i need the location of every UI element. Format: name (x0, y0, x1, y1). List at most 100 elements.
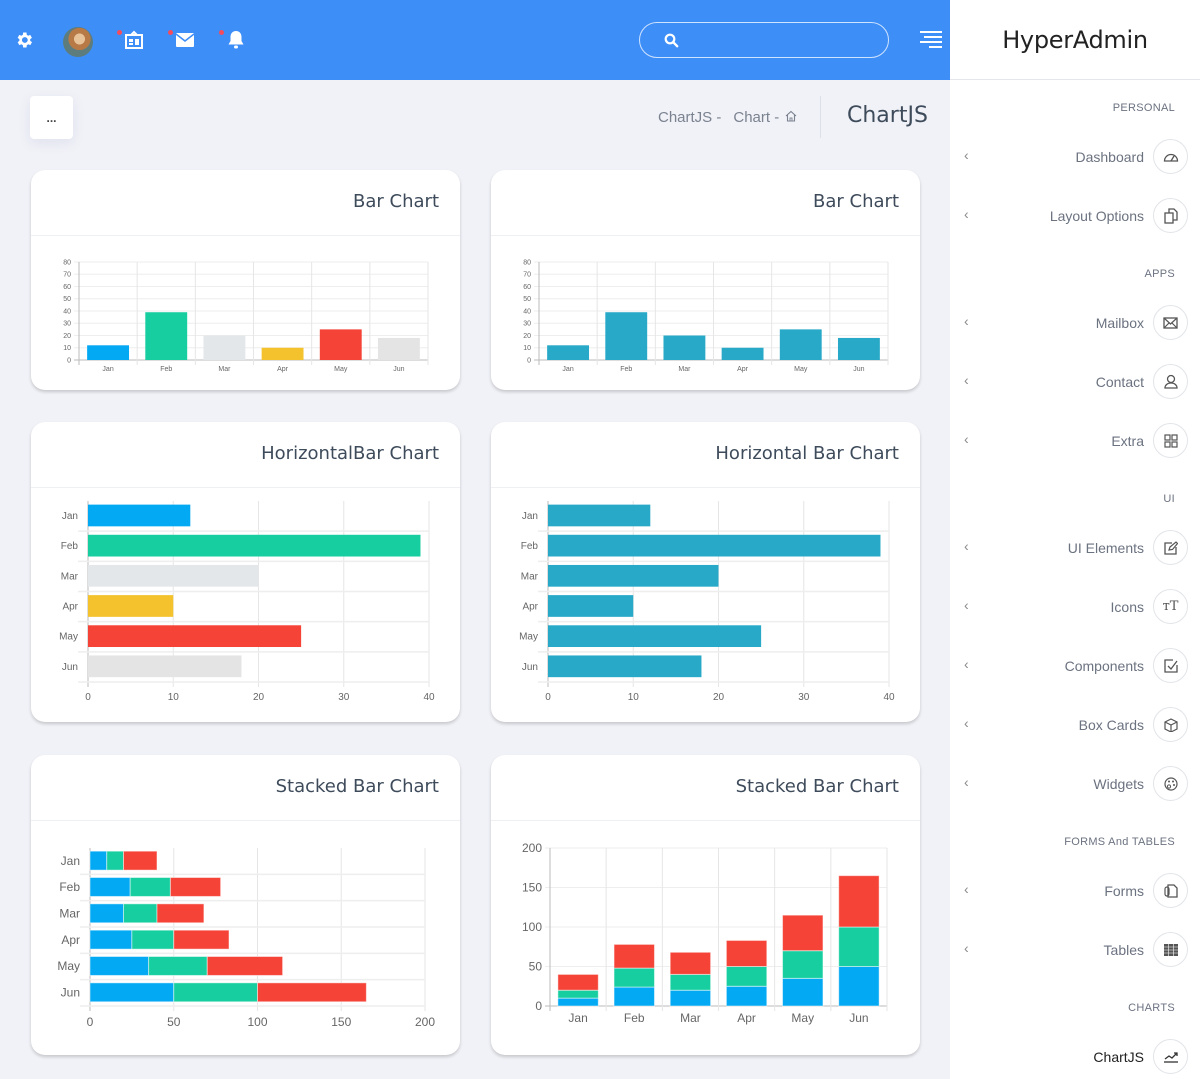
bar-segment (123, 850, 158, 871)
brand-header: HyperAdmin (950, 0, 1200, 80)
bar (88, 504, 191, 527)
horizontal-bar-chart: 0 10 20 30 40 Jan Feb Mar Apr May Jun (519, 501, 895, 703)
y-tick-label: Jun (62, 662, 78, 673)
sidebar-item-label: Layout Options (1049, 208, 1144, 224)
y-tick-label: 20 (63, 333, 71, 340)
bar (779, 329, 822, 360)
bar (663, 335, 706, 360)
bar-segment (131, 929, 175, 950)
breadcrumb-item[interactable]: ChartJS - (658, 109, 721, 126)
bar (377, 337, 420, 360)
bar-segment (173, 929, 230, 950)
page-title: ChartJS (847, 103, 928, 128)
y-tick-label: 80 (63, 259, 71, 266)
sidebar-item-mailbox[interactable]: ‹ Mailbox (950, 303, 1200, 343)
bar (548, 595, 634, 617)
sidebar-item-tables[interactable]: ‹ Tables (950, 930, 1200, 970)
mail-icon (1153, 305, 1188, 340)
bell-icon[interactable] (224, 28, 248, 52)
sidebar-item-widgets[interactable]: ‹ Widgets (950, 764, 1200, 804)
bar (548, 564, 719, 587)
more-options-button[interactable]: ... (30, 96, 73, 139)
y-tick-label: Apr (522, 601, 538, 612)
grid-icon (1153, 423, 1188, 458)
gear-icon[interactable] (12, 28, 36, 52)
bar-segment (725, 985, 768, 1007)
building-icon[interactable] (122, 28, 146, 52)
sidebar-heading: APPS (1144, 268, 1175, 280)
mail-icon[interactable] (173, 28, 197, 52)
y-tick-label: 70 (63, 272, 71, 279)
y-tick-label: 0 (67, 357, 71, 364)
bar-segment (838, 966, 880, 1007)
bar (605, 312, 648, 360)
x-tick-label: May (791, 1011, 814, 1025)
card-title: Stacked Bar Chart (275, 776, 439, 797)
text-size-icon: тT (1153, 589, 1188, 624)
y-tick-label: 10 (63, 345, 71, 352)
sidebar-item-dashboard[interactable]: ‹ Dashboard (950, 137, 1200, 177)
x-tick-label: 20 (713, 692, 725, 703)
sidebar-item-ui-elements[interactable]: ‹ UI Elements (950, 528, 1200, 568)
x-tick-label: Jan (568, 1011, 587, 1025)
y-tick-label: Mar (59, 907, 80, 921)
sidebar-item-label: Widgets (1093, 776, 1144, 792)
x-tick-label: Apr (737, 1011, 756, 1025)
sidebar-item-box-cards[interactable]: ‹ Box Cards (950, 705, 1200, 745)
x-tick-label: 0 (87, 1015, 94, 1029)
bar (319, 329, 362, 360)
sidebar-item-forms[interactable]: ‹ Forms (950, 871, 1200, 911)
home-icon[interactable] (785, 109, 797, 126)
sidebar-heading: FORMS And TABLES (1064, 836, 1175, 848)
card-header: HorizontalBar Chart (31, 422, 460, 488)
x-tick-label: 20 (253, 692, 265, 703)
bar-segment (782, 977, 824, 1007)
bar-segment (782, 950, 824, 979)
card-header: Stacked Bar Chart (31, 755, 460, 821)
horizontal-bar-chart: 0 10 20 30 40 Jan Feb Mar Apr May Jun (59, 501, 435, 703)
x-tick-label: Mar (678, 366, 691, 373)
sidebar-heading: PERSONAL (1112, 102, 1175, 114)
bar-segment (89, 903, 124, 924)
bar-chart: 0 10 20 30 40 50 60 70 80 Jan Feb Mar Apr May Jun (523, 259, 889, 373)
x-tick-label: Mar (218, 366, 231, 373)
y-tick-label: 0 (527, 357, 531, 364)
bar (548, 655, 702, 678)
user-icon (1153, 364, 1188, 399)
bar-segment (669, 989, 712, 1007)
sidebar-item-contact[interactable]: ‹ Contact (950, 362, 1200, 402)
x-tick-label: Mar (680, 1011, 701, 1025)
chevron-left-icon: ‹ (964, 656, 969, 672)
sidebar-item-extra[interactable]: ‹ Extra (950, 421, 1200, 461)
card-title: Stacked Bar Chart (735, 776, 899, 797)
bar (88, 625, 302, 648)
card-header: Bar Chart (31, 170, 460, 236)
brand-title[interactable]: HyperAdmin (1002, 26, 1148, 54)
bar (88, 595, 174, 617)
y-tick-label: 10 (523, 345, 531, 352)
bar-segment (669, 951, 712, 975)
chevron-left-icon: ‹ (964, 597, 969, 613)
bar (88, 534, 421, 557)
x-tick-label: Feb (160, 366, 172, 373)
x-tick-label: 150 (331, 1015, 351, 1029)
copy-icon (1153, 198, 1188, 233)
chevron-left-icon: ‹ (964, 431, 969, 447)
y-tick-label: Mar (521, 571, 539, 582)
x-tick-label: 40 (883, 692, 895, 703)
table-icon (1153, 932, 1188, 967)
sidebar-item-icons[interactable]: ‹ Icons тT (950, 587, 1200, 627)
breadcrumb-item[interactable]: Chart - (733, 109, 779, 126)
stacked-bar-chart: 0 50 100 150 200 Jan Feb Mar Apr May Jun (522, 841, 888, 1025)
sidebar-item-label: Dashboard (1075, 149, 1145, 165)
x-tick-label: May (794, 366, 808, 373)
sidebar-item-layout-options[interactable]: ‹ Layout Options (950, 196, 1200, 236)
chevron-left-icon: ‹ (964, 206, 969, 222)
y-tick-label: May (519, 632, 538, 643)
menu-toggle-icon[interactable] (918, 31, 942, 49)
search-input[interactable] (639, 22, 889, 58)
avatar[interactable] (63, 27, 93, 57)
sidebar-item-chartjs[interactable]: ChartJS (950, 1037, 1200, 1077)
sidebar-item-label: Tables (1103, 942, 1144, 958)
sidebar-item-components[interactable]: ‹ Components (950, 646, 1200, 686)
